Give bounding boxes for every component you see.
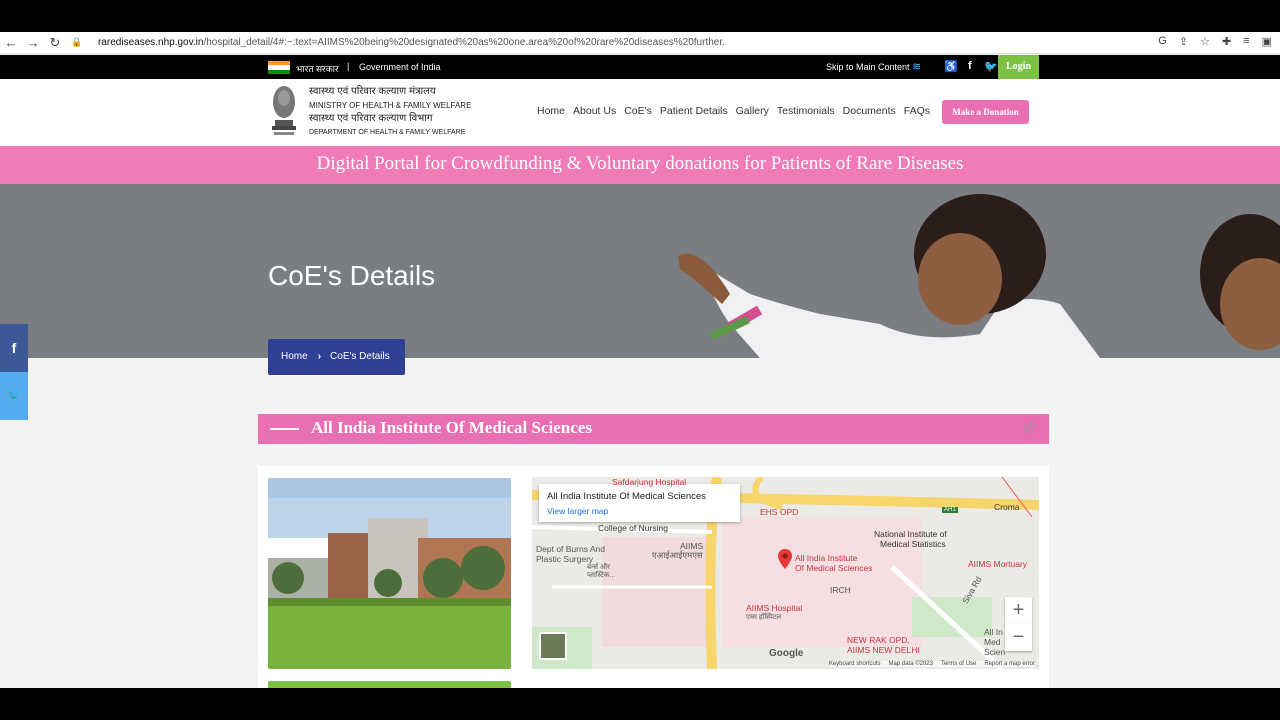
facebook-icon[interactable]: f [968, 60, 972, 72]
map-label-croma: Croma [994, 502, 1020, 512]
map-label-irch: IRCH [830, 585, 851, 595]
map-attribution: Keyboard shortcuts Map data ©2023 Terms … [828, 661, 1035, 667]
screen: ← → ↻ 🔒 rarediseases.nhp.gov.in/hospital… [0, 0, 1280, 720]
map-label-burns: Dept of Burns And [536, 544, 605, 554]
zoom-out-button[interactable]: − [1005, 624, 1032, 651]
main-menu: Home About Us CoE's Patient Details Gall… [537, 105, 930, 117]
map-info-title: All India Institute Of Medical Sciences [547, 491, 706, 502]
ministry-hindi: स्वास्थ्य एवं परिवार कल्याण मंत्रालय [309, 86, 436, 97]
top-letterbox [0, 0, 1280, 32]
title-divider [270, 428, 299, 430]
map-label-aiims-hospital-hindi: एम्स हॉस्पिटल [746, 614, 782, 621]
back-icon[interactable]: ← [0, 35, 22, 50]
breadcrumb: Home › CoE's Details [268, 339, 405, 375]
side-panel-icon[interactable]: ▣ [1262, 35, 1272, 48]
map-label-mortuary: AIIMS Mortuary [968, 559, 1028, 569]
menu-documents[interactable]: Documents [843, 105, 896, 117]
menu-about-us[interactable]: About Us [573, 105, 616, 117]
hospital-section-header: All India Institute Of Medical Sciences … [258, 414, 1049, 444]
view-larger-map-link[interactable]: View larger map [547, 506, 608, 516]
government-bar: भारत सरकार | Government of India Skip to… [0, 55, 1280, 79]
terms-link[interactable]: Terms of Use [941, 661, 976, 667]
share-icon[interactable]: ⇪ [1179, 35, 1188, 48]
national-emblem-icon [272, 86, 296, 135]
menu-faqs[interactable]: FAQs [904, 105, 930, 117]
reload-icon[interactable]: ↻ [44, 35, 66, 51]
menu-coes[interactable]: CoE's [624, 105, 652, 117]
map-label-new-rak: NEW RAK OPD, [847, 635, 910, 645]
breadcrumb-current: CoE's Details [330, 351, 390, 362]
india-flag-icon [268, 61, 290, 74]
phone-icon: ✆ [1023, 420, 1035, 436]
star-icon[interactable]: ☆ [1200, 35, 1210, 48]
google-icon[interactable]: G [1158, 35, 1167, 48]
browser-toolbar: ← → ↻ 🔒 rarediseases.nhp.gov.in/hospital… [0, 32, 1280, 54]
hero-children-image [678, 194, 1280, 358]
bottom-letterbox [0, 688, 1280, 720]
facebook-share-button[interactable]: f [0, 324, 28, 372]
breadcrumb-home[interactable]: Home [281, 351, 308, 362]
lock-icon[interactable]: 🔒 [66, 37, 88, 48]
ministry-english: MINISTRY OF HEALTH & FAMILY WELFARE [309, 100, 472, 110]
department-hindi: स्वास्थ्य एवं परिवार कल्याण विभाग [309, 113, 433, 124]
zoom-in-button[interactable]: + [1005, 597, 1032, 624]
url-host: rarediseases.nhp.gov.in [98, 37, 204, 48]
map-label-burns-2: Plastic Surgery [536, 554, 594, 564]
map-info-window: All India Institute Of Medical Sciences … [539, 484, 740, 522]
google-logo: Google [769, 648, 804, 659]
forward-icon[interactable]: → [22, 35, 44, 50]
map-label-all-in: All In [984, 627, 1003, 637]
map-label-nursing: College of Nursing [598, 523, 668, 533]
menu-home[interactable]: Home [537, 105, 565, 117]
gov-hindi[interactable]: भारत सरकार [296, 62, 339, 75]
ministry-name: स्वास्थ्य एवं परिवार कल्याण मंत्रालय MIN… [309, 85, 471, 139]
map-data-label: Map data ©2023 [888, 661, 933, 667]
gov-english[interactable]: Government of India [359, 62, 441, 72]
tab-search-icon[interactable]: ≡ [1243, 35, 1249, 48]
map-label-safdarjung: Safdarjung Hospital [612, 477, 687, 487]
login-button[interactable]: Login [998, 55, 1039, 79]
address-bar[interactable]: rarediseases.nhp.gov.in/hospital_detail/… [98, 37, 725, 48]
keyboard-shortcuts-link[interactable]: Keyboard shortcuts [829, 661, 881, 667]
menu-testimonials[interactable]: Testimonials [777, 105, 835, 117]
map-label-nims-2: Medical Statistics [880, 539, 946, 549]
twitter-share-button[interactable]: 🐦 [0, 372, 28, 420]
gov-separator: | [347, 61, 350, 71]
map-label-all-in-2: Med [984, 637, 1001, 647]
menu-gallery[interactable]: Gallery [736, 105, 769, 117]
portal-title-banner: Digital Portal for Crowdfunding & Volunt… [0, 146, 1280, 184]
url-path: /hospital_detail/4#:~:text=AIIMS%20being… [203, 37, 725, 48]
extensions-icon[interactable]: ✚ [1222, 35, 1231, 48]
skip-to-main-link[interactable]: Skip to Main Content [826, 62, 910, 72]
page-title: CoE's Details [268, 260, 436, 291]
google-map[interactable]: All India Institute Of Medical Sciences … [532, 477, 1039, 669]
hero-banner: CoE's Details [0, 184, 1280, 358]
chevron-right-icon: › [317, 351, 322, 362]
map-label-ehs: EHS OPD [760, 507, 799, 517]
satellite-toggle[interactable] [539, 632, 567, 660]
map-label-all-in-3: Scien [984, 647, 1006, 657]
accessibility-icon[interactable]: ♿ [944, 60, 958, 73]
menu-patient-details[interactable]: Patient Details [660, 105, 728, 117]
map-label-aiims-hindi: एआईआईएमएस [652, 550, 703, 560]
hospital-card: All India Institute Of Medical Sciences … [258, 466, 1049, 693]
map-label-aiims-hospital: AIIMS Hospital [746, 603, 803, 613]
map-label-main: All India Institute [795, 553, 858, 563]
map-label-main-2: Of Medical Sciences [795, 563, 873, 573]
hospital-title: All India Institute Of Medical Sciences [311, 418, 592, 437]
map-label-new-rak-2: AIIMS NEW DELHI [847, 645, 920, 655]
screen-reader-icon[interactable]: ≋ [912, 60, 921, 73]
site-header: स्वास्थ्य एवं परिवार कल्याण मंत्रालय MIN… [0, 79, 1280, 146]
make-donation-button[interactable]: Make a Donation [942, 100, 1029, 124]
map-label-burns-4: प्लास्टिक... [587, 572, 616, 579]
hospital-photo [268, 478, 511, 669]
report-map-error-link[interactable]: Report a map error [984, 661, 1035, 667]
map-label-nims: National Institute of [874, 529, 947, 539]
map-label-ah1: AH1 [942, 507, 958, 513]
map-pin-icon[interactable] [778, 549, 792, 569]
department-english: DEPARTMENT OF HEALTH & FAMILY WELFARE [309, 128, 466, 136]
twitter-icon[interactable]: 🐦 [984, 60, 998, 73]
